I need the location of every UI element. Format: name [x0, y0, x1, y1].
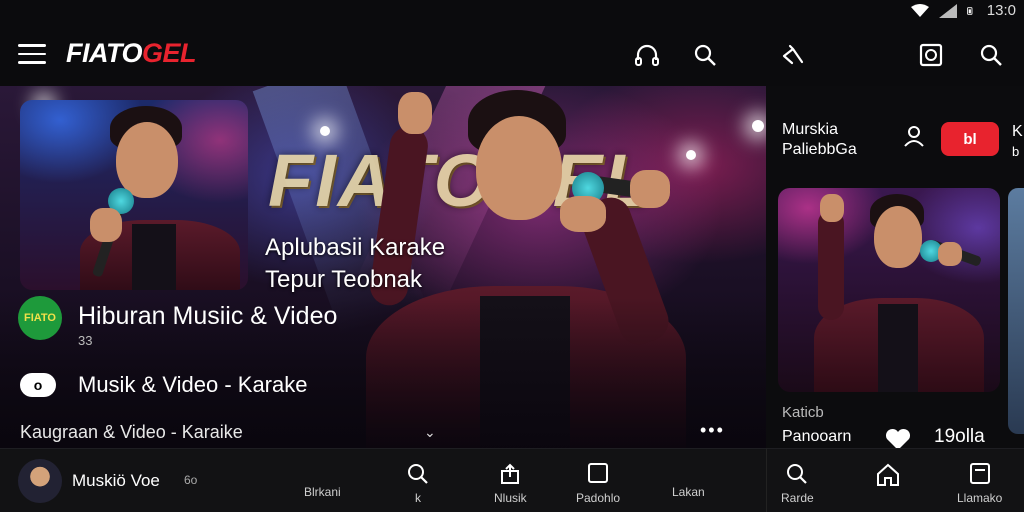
channel-title[interactable]: Hiburan Musiic & Video	[78, 302, 337, 331]
nav-lakan[interactable]: Lakan	[672, 479, 705, 499]
side-peek-text: K b	[1012, 123, 1023, 159]
channel-subtitle: 33	[78, 333, 93, 348]
stage-light	[686, 150, 696, 160]
video-channel[interactable]: Panooarn	[782, 428, 851, 446]
nav-llamako[interactable]: Llamako	[957, 463, 1002, 505]
signal-icon	[938, 3, 957, 18]
share-icon	[782, 44, 804, 65]
side-bottom-bar: Rarde Llamako	[766, 448, 1024, 512]
singer-hand	[560, 196, 606, 232]
video-category: Katicb	[782, 404, 824, 421]
subscribe-button[interactable]: bl	[941, 122, 999, 156]
video-card-peek[interactable]	[1008, 188, 1024, 434]
more-options-button[interactable]: •••	[700, 420, 725, 441]
channel-avatar[interactable]: FIATO	[18, 296, 62, 340]
search-icon	[787, 464, 808, 484]
wifi-icon	[910, 3, 929, 17]
video-card[interactable]	[778, 188, 1000, 392]
hero-thumbnail[interactable]	[20, 100, 248, 290]
now-playing-extra: 6o	[184, 473, 198, 487]
headphones-icon	[635, 44, 659, 66]
nav-musik[interactable]: Nlusik	[494, 463, 527, 505]
now-playing-title[interactable]: Muskiö Voe	[72, 471, 160, 491]
upload-icon	[501, 463, 520, 484]
record-icon[interactable]: o	[20, 373, 56, 397]
menu-icon	[18, 44, 46, 47]
top-app-bar: FIATOGEL	[0, 24, 766, 86]
library-icon	[969, 463, 990, 484]
singer-hand	[398, 92, 432, 134]
cast-icon	[919, 43, 943, 67]
nav-home[interactable]	[875, 463, 901, 493]
now-playing-avatar[interactable]	[18, 459, 62, 503]
profile-button[interactable]	[902, 124, 926, 153]
cast-button[interactable]	[916, 40, 946, 70]
hero-banner[interactable]: FIATOGEL Aplubasii Karake Tepur Teobnak …	[0, 86, 766, 448]
category-text: Musik & Video - Karake	[78, 372, 308, 397]
home-icon	[877, 463, 899, 486]
chevron-down-icon[interactable]: ⌄	[424, 424, 436, 441]
search-icon	[408, 464, 428, 484]
side-search-button[interactable]	[976, 40, 1006, 70]
square-icon	[588, 463, 609, 483]
menu-button[interactable]	[18, 44, 46, 66]
category-row: o Musik & Video - Karake	[20, 372, 307, 398]
nav-rarde[interactable]: Rarde	[781, 463, 814, 505]
search-icon	[980, 44, 1002, 66]
nav-blrkani[interactable]: Blrkani	[304, 479, 341, 499]
person-icon	[904, 126, 924, 147]
search-button[interactable]	[690, 40, 720, 70]
stage-light	[320, 126, 330, 136]
hero-caption: Aplubasii Karake Tepur Teobnak	[265, 234, 446, 293]
channel-row: FIATO Hiburan Musiic & Video 33	[18, 296, 337, 348]
singer-hand	[630, 170, 670, 208]
nav-padohlo[interactable]: Padohlo	[576, 463, 620, 505]
nav-search[interactable]: k	[406, 463, 430, 505]
bottom-bar: Muskiö Voe 6o Blrkani k Nlusik Padohlo L…	[0, 448, 766, 512]
share-button[interactable]	[778, 40, 808, 70]
clock: 13:0	[986, 2, 1016, 19]
headphones-button[interactable]	[632, 40, 662, 70]
battery-icon	[966, 6, 973, 15]
singer-face	[476, 116, 562, 220]
side-panel: Murskia PaliebbGa bl K b Katicb Panooarn…	[766, 86, 1024, 450]
description-text: Kaugraan & Video - Karaike	[20, 422, 243, 442]
app-logo[interactable]: FIATOGEL	[66, 38, 197, 69]
search-icon	[694, 44, 716, 66]
side-title: Murskia PaliebbGa	[782, 121, 857, 158]
stage-light	[752, 120, 764, 132]
status-bar: 13:0	[0, 0, 1024, 22]
side-app-bar	[766, 24, 1024, 86]
like-count: 19olla	[934, 426, 985, 447]
